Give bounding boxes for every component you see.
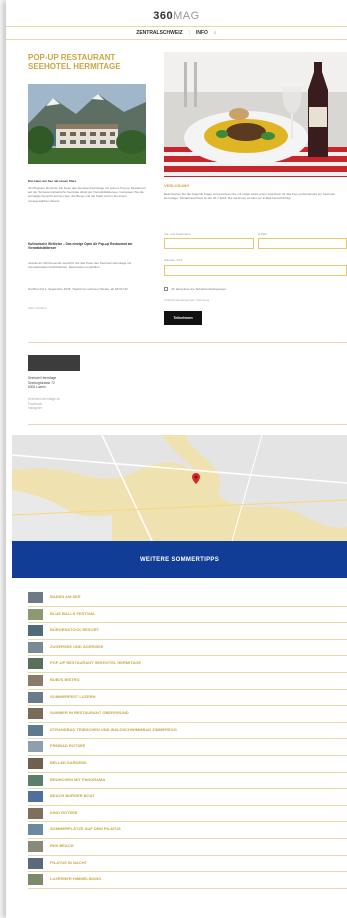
tip-label[interactable]: BRUNCHEN MIT PANORAMA [50, 777, 105, 782]
tip-thumbnail [28, 807, 43, 819]
page: 360MAG ZENTRALSCHWEIZ | INFO ⌕ POP-UP RE… [6, 0, 347, 918]
tip-thumbnail [28, 592, 43, 603]
article-lead: Das Haus am See mit neuen Stars [28, 179, 77, 183]
tip-label[interactable]: SUMMER IN RESTAURANT OBERGRUND [50, 710, 129, 715]
hotel-address: Seehotel Hermitage Seeburgstrasse 72 600… [28, 376, 56, 390]
list-item[interactable]: KINO ROTSEE [28, 806, 347, 823]
hotel-links: Seehotel-hermitage.ch Facebook Instagram [28, 397, 60, 411]
name-field[interactable] [164, 238, 254, 249]
tip-thumbnail [28, 724, 43, 736]
tip-thumbnail [28, 757, 43, 769]
instagram-link[interactable]: Instagram [28, 406, 60, 411]
tip-label[interactable]: STRANDBAD TRIBSCHEN UND WALDSCHWIMMBAD Z… [50, 727, 177, 732]
tip-label[interactable]: KINO ROTSEE [50, 810, 78, 815]
list-item[interactable]: SUMMER IN RESTAURANT OBERGRUND [28, 706, 347, 723]
page-title: POP-UP RESTAURANT SEEHOTEL HERMITAGE [28, 53, 121, 71]
list-item[interactable]: POP-UP RESTAURANT SEEHOTEL HERMITAGE [28, 656, 347, 673]
location-map[interactable] [12, 435, 347, 541]
submit-button[interactable]: Teilnehmen [164, 311, 202, 325]
article-paragraph: Geöffnet bis 1. September 2018. Täglich … [28, 287, 129, 291]
site-logo[interactable]: 360MAG [6, 10, 347, 22]
tip-label[interactable]: PILATUS IN NACHT [50, 860, 87, 865]
tip-thumbnail [28, 857, 43, 869]
list-item[interactable]: SOMMERPLÄTZE AUF DEM PILATUS [28, 822, 347, 839]
list-item[interactable]: BEACH BURGER BOAT [28, 789, 347, 806]
terms-checkbox[interactable] [164, 287, 168, 291]
terms-checkbox-label: Ich akzeptiere die Teilnahmebedingungen [171, 287, 227, 291]
nav-item-info[interactable]: INFO [196, 30, 208, 36]
list-item[interactable]: SOMMERFEST LUZERN [28, 690, 347, 707]
tips-list: BADEN AM SEE BLUE BALLS FESTIVAL BÜRGENSTO… [28, 590, 347, 889]
list-item[interactable]: BÜRGENSTOCK RESORT [28, 623, 347, 640]
search-icon[interactable]: ⌕ [214, 30, 217, 36]
address-field[interactable] [164, 265, 347, 276]
hotel-city: 6006 Luzern [28, 385, 46, 390]
tip-thumbnail [28, 824, 43, 836]
article-subhead: Kulinarische Weltreise – Das einzige Ope… [28, 242, 133, 251]
list-item[interactable]: STRANDBAD TRIBSCHEN UND WALDSCHWIMMBAD Z… [28, 723, 347, 740]
tip-thumbnail [28, 658, 43, 670]
section-banner: WEITERE SOMMERTIPPS [12, 541, 347, 578]
nav-separator: | [188, 30, 190, 36]
article-paragraph: Jeweils am Wochenende verwöhnt Sie das T… [28, 261, 132, 270]
tip-label[interactable]: BLUE BALLS FESTIVAL [50, 611, 95, 616]
tip-thumbnail [28, 791, 43, 803]
tip-label[interactable]: LUZERNER HIMMELSKINO [50, 876, 101, 881]
tip-thumbnail [28, 608, 43, 620]
hotel-logo [28, 355, 80, 371]
list-item[interactable]: LUZERNER HIMMELSKINO [28, 872, 347, 889]
address-field-label: Adresse, PLZ [164, 258, 183, 262]
conditions-link[interactable]: Teilnahmebedingungen Verlosung [164, 298, 209, 302]
contest-title: VERLOSUNG [164, 183, 190, 188]
tip-thumbnail [28, 641, 43, 653]
tip-thumbnail [28, 840, 43, 852]
name-field-label: Vor- und Nachname [164, 232, 191, 236]
tip-label[interactable]: SOMMERPLÄTZE AUF DEM PILATUS [50, 826, 121, 831]
tip-label[interactable]: RIGI BEACH [50, 843, 74, 848]
tip-label[interactable]: BUBI'S BISTRO [50, 677, 80, 682]
tip-label[interactable]: BELLINI GARDENS [50, 760, 87, 765]
tip-label[interactable]: BEACH BURGER BOAT [50, 793, 95, 798]
tip-thumbnail [28, 874, 43, 886]
tip-thumbnail [28, 741, 43, 753]
list-item[interactable]: BUBI'S BISTRO [28, 673, 347, 690]
tip-thumbnail [28, 691, 43, 703]
email-field[interactable] [258, 238, 347, 249]
hotel-photo [28, 84, 146, 164]
more-link[interactable]: Mehr erfahren [28, 306, 47, 310]
food-photo [164, 52, 347, 177]
top-navigation: ZENTRALSCHWEIZ | INFO ⌕ [6, 26, 347, 40]
tip-label[interactable]: POP-UP RESTAURANT SEEHOTEL HERMITAGE [50, 660, 141, 665]
email-field-label: E-Mail [258, 232, 267, 236]
list-item[interactable]: BELLINI GARDENS [28, 756, 347, 773]
website-link[interactable]: Seehotel-hermitage.ch [28, 397, 60, 402]
divider [28, 424, 347, 425]
tip-label[interactable]: BÜRGENSTOCK RESORT [50, 627, 99, 632]
list-item[interactable]: ZUGERSEE UND ÄGERISEE [28, 640, 347, 657]
list-item[interactable]: BADEN AM SEE [28, 590, 347, 607]
tip-thumbnail [28, 625, 43, 637]
tip-label[interactable]: BADEN AM SEE [50, 594, 81, 599]
list-item[interactable]: BRUNCHEN MIT PANORAMA [28, 773, 347, 790]
tip-label[interactable]: FREIBAD ROTSEE [50, 743, 85, 748]
list-item[interactable]: BLUE BALLS FESTIVAL [28, 607, 347, 624]
divider [28, 342, 347, 343]
tip-label[interactable]: SOMMERFEST LUZERN [50, 694, 96, 699]
article-paragraph: Ab Pfingsten bis Ende Juli bietet das Se… [28, 186, 146, 203]
tip-thumbnail [28, 774, 43, 786]
tip-thumbnail [28, 708, 43, 720]
hotel-name: Seehotel Hermitage [28, 376, 57, 380]
contest-description: Beantworten Sie die folgende Frage und g… [164, 192, 335, 201]
list-item[interactable]: FREIBAD ROTSEE [28, 739, 347, 756]
tip-thumbnail [28, 674, 43, 686]
tip-label[interactable]: ZUGERSEE UND ÄGERISEE [50, 644, 104, 649]
list-item[interactable]: RIGI BEACH [28, 839, 347, 856]
list-item[interactable]: PILATUS IN NACHT [28, 856, 347, 873]
nav-item-zentralschweiz[interactable]: ZENTRALSCHWEIZ [136, 30, 182, 36]
